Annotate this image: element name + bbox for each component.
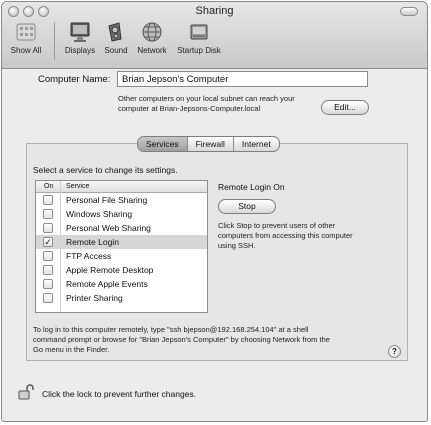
lock-message: Click the lock to prevent further change… (42, 389, 197, 399)
services-list-header: On Service (36, 181, 207, 193)
toolbar-item-network[interactable]: Network (134, 21, 170, 55)
service-name: Remote Login (66, 237, 119, 247)
computer-name-label: Computer Name: (38, 74, 111, 85)
toolbar-item-label: Network (137, 46, 167, 55)
speaker-icon (108, 22, 122, 42)
tab-firewall[interactable]: Firewall (188, 137, 234, 151)
service-row[interactable]: Windows Sharing (36, 207, 207, 221)
service-name: Printer Sharing (66, 293, 123, 303)
service-checkbox[interactable] (43, 293, 53, 303)
service-name: Personal Web Sharing (66, 223, 151, 233)
tab-internet[interactable]: Internet (234, 137, 279, 151)
tab-services[interactable]: Services (138, 137, 188, 151)
service-row[interactable]: FTP Access (36, 249, 207, 263)
service-name: Windows Sharing (66, 209, 133, 219)
computer-address-note-line2: computer at Brian-Jepsons-Computer.local (118, 104, 261, 113)
show-all-label: Show All (10, 46, 42, 55)
show-all-grid-icon (16, 23, 36, 41)
remote-login-info-line3: Go menu in the Finder. (33, 345, 110, 354)
service-name: Personal File Sharing (66, 195, 148, 205)
computer-name-input[interactable]: Brian Jepson's Computer (117, 71, 368, 87)
service-checkbox[interactable]: ✓ (43, 237, 53, 247)
title-bar: Sharing Show All Displays Sound Network … (2, 2, 427, 69)
toolbar-separator (54, 22, 55, 60)
remote-login-info-line2: command prompt or browse for "Brian Jeps… (33, 335, 330, 344)
service-row[interactable]: Remote Apple Events (36, 277, 207, 291)
service-checkbox[interactable] (43, 251, 53, 261)
toolbar-item-label: Sound (104, 46, 128, 55)
service-checkbox[interactable] (43, 279, 53, 289)
remote-login-info-line1: To log in to this computer remotely, typ… (33, 325, 309, 334)
stop-button[interactable]: Stop (218, 199, 276, 214)
display-icon (70, 22, 90, 42)
network-globe-icon (142, 22, 162, 42)
service-checkbox[interactable] (43, 209, 53, 219)
column-header-service[interactable]: Service (66, 181, 89, 192)
computer-address-note-line1: Other computers on your local subnet can… (118, 94, 295, 103)
window-title: Sharing (195, 5, 234, 17)
startup-disk-icon (190, 24, 208, 40)
lock-icon[interactable] (18, 384, 34, 400)
toolbar-item-displays[interactable]: Displays (62, 21, 98, 55)
help-button[interactable]: ? (388, 345, 401, 358)
service-row[interactable]: Personal Web Sharing (36, 221, 207, 235)
service-row[interactable]: Printer Sharing (36, 291, 207, 305)
service-checkbox[interactable] (43, 223, 53, 233)
toolbar-toggle-button[interactable] (400, 7, 418, 16)
toolbar-item-sound[interactable]: Sound (102, 21, 130, 55)
tab-bar: Services Firewall Internet (137, 136, 280, 152)
service-name: Remote Apple Events (66, 279, 148, 289)
service-name: FTP Access (66, 251, 112, 261)
service-row[interactable]: ✓ Remote Login (36, 235, 207, 249)
service-checkbox[interactable] (43, 195, 53, 205)
toolbar-item-label: Displays (64, 46, 96, 55)
edit-button[interactable]: Edit... (321, 100, 369, 115)
service-row[interactable]: Personal File Sharing (36, 193, 207, 207)
stop-description-line1: Click Stop to prevent users of other (218, 221, 336, 230)
column-header-on[interactable]: On (44, 181, 53, 192)
service-name: Apple Remote Desktop (66, 265, 154, 275)
services-instruction: Select a service to change its settings. (33, 165, 178, 175)
stop-description-line3: using SSH. (218, 241, 256, 250)
stop-description-line2: computers from accessing this computer (218, 231, 353, 240)
service-status: Remote Login On (218, 182, 285, 192)
service-row[interactable]: Apple Remote Desktop (36, 263, 207, 277)
toolbar-item-startup-disk[interactable]: Startup Disk (174, 21, 224, 55)
services-list[interactable]: On Service Personal File Sharing Windows … (35, 180, 208, 313)
toolbar-item-label: Startup Disk (177, 46, 221, 55)
service-checkbox[interactable] (43, 265, 53, 275)
show-all-button[interactable]: Show All (8, 21, 44, 55)
